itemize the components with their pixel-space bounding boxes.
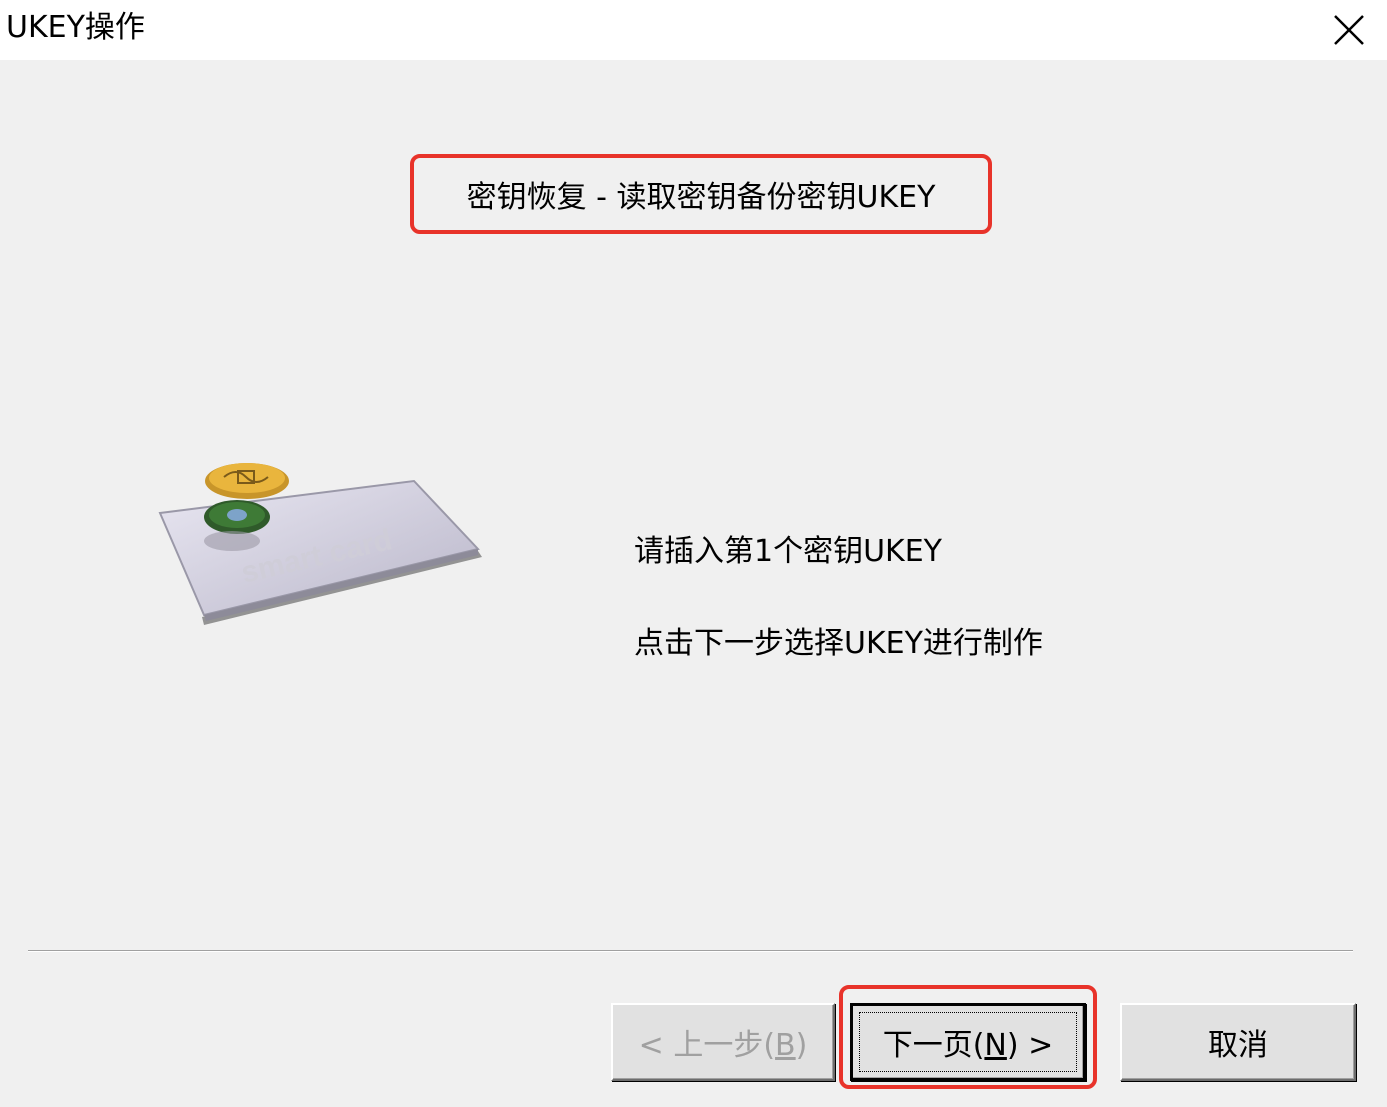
cancel-button[interactable]: 取消 — [1120, 1003, 1356, 1081]
next-button-label: 下一页(N) > — [882, 1028, 1054, 1063]
instruction-line-1: 请插入第1个密钥UKEY — [634, 534, 942, 569]
close-icon — [1334, 15, 1364, 45]
footer-divider — [28, 950, 1353, 952]
cancel-button-label: 取消 — [1208, 1028, 1268, 1063]
step-title: 密钥恢复 - 读取密钥备份密钥UKEY — [466, 180, 936, 215]
back-button-label: < 上一步(B) — [638, 1028, 808, 1063]
next-button[interactable]: 下一页(N) > — [850, 1003, 1086, 1081]
back-button[interactable]: < 上一步(B) — [611, 1003, 835, 1081]
window-title: UKEY操作 — [6, 10, 145, 45]
smart-card-illustration: smart card — [158, 463, 482, 625]
instruction-line-2: 点击下一步选择UKEY进行制作 — [634, 626, 1043, 661]
title-bar: UKEY操作 — [0, 0, 1387, 60]
close-button[interactable] — [1311, 0, 1387, 60]
